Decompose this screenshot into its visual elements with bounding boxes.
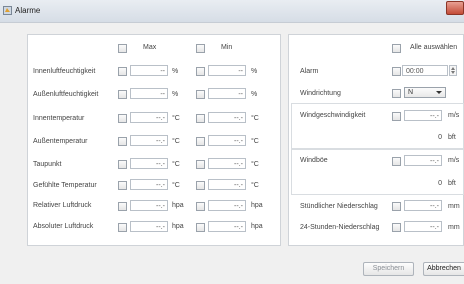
save-button[interactable]: Speichern (363, 262, 414, 276)
row-label: Innentemperatur (33, 115, 85, 122)
min-unit: hpa (251, 223, 263, 230)
wind-speed-bft-value: 0 (438, 134, 442, 141)
wind-direction-label: Windrichtung (300, 90, 341, 97)
hourly-rain-input[interactable]: --.- (404, 200, 442, 211)
alarm-time-input[interactable]: 00:00 (402, 65, 448, 76)
cancel-button[interactable]: Abbrechen (423, 262, 464, 276)
spinner-down-icon[interactable] (451, 71, 455, 74)
gust-checkbox[interactable] (392, 157, 401, 166)
min-input[interactable]: --.- (208, 200, 246, 211)
alarm-label: Alarm (300, 68, 319, 75)
gust-label: Windböe (300, 157, 328, 164)
row-label: Innenluftfeuchtigkeit (33, 68, 96, 75)
max-input[interactable]: --.- (130, 112, 168, 123)
gust-input[interactable]: --.- (404, 155, 442, 166)
min-checkbox[interactable] (196, 67, 205, 76)
max-unit: °C (172, 182, 180, 189)
daily-rain-checkbox[interactable] (392, 223, 401, 232)
daily-rain-unit: mm (448, 224, 460, 231)
min-unit: °C (251, 161, 259, 168)
wind-speed-checkbox[interactable] (392, 112, 401, 121)
max-checkbox[interactable] (118, 67, 127, 76)
min-input[interactable]: --.- (208, 135, 246, 146)
wind-direction-checkbox[interactable] (392, 89, 401, 98)
daily-rain-input[interactable]: --.- (404, 221, 442, 232)
max-checkbox[interactable] (118, 160, 127, 169)
wind-speed-bft-unit: bft (448, 134, 456, 141)
close-button[interactable] (446, 1, 464, 15)
max-header: Max (143, 44, 157, 51)
hourly-rain-checkbox[interactable] (392, 202, 401, 211)
chevron-down-icon (436, 91, 442, 94)
max-checkbox[interactable] (118, 202, 127, 211)
spinner-up-icon[interactable] (451, 67, 455, 70)
min-input[interactable]: -- (208, 65, 246, 76)
alarm-time-spinner[interactable] (449, 65, 457, 76)
max-input[interactable]: --.- (130, 200, 168, 211)
max-checkbox[interactable] (118, 181, 127, 190)
max-input[interactable]: --.- (130, 158, 168, 169)
max-unit: % (172, 91, 179, 98)
min-unit: hpa (251, 202, 263, 209)
min-checkbox[interactable] (196, 181, 205, 190)
min-input[interactable]: --.- (208, 221, 246, 232)
min-input[interactable]: --.- (208, 112, 246, 123)
row-label: Taupunkt (33, 161, 62, 168)
min-input[interactable]: -- (208, 88, 246, 99)
wind-speed-input[interactable]: --.- (404, 110, 442, 121)
min-input[interactable]: --.- (208, 158, 246, 169)
row-label: Außentemperatur (33, 138, 88, 145)
min-input[interactable]: --.- (208, 179, 246, 190)
max-unit: °C (172, 138, 180, 145)
min-checkbox[interactable] (196, 202, 205, 211)
max-unit: hpa (172, 223, 184, 230)
max-unit: °C (172, 161, 180, 168)
wind-direction-select[interactable]: N (404, 87, 446, 98)
min-header: Min (221, 44, 233, 51)
gust-bft-value: 0 (438, 180, 442, 187)
min-unit: °C (251, 115, 259, 122)
wind-speed-label: Windgeschwindigkeit (300, 112, 366, 119)
min-header-checkbox[interactable] (196, 44, 205, 53)
app-icon (3, 6, 12, 15)
gust-bft-unit: bft (448, 180, 456, 187)
max-unit: °C (172, 115, 180, 122)
min-checkbox[interactable] (196, 137, 205, 146)
max-checkbox[interactable] (118, 223, 127, 232)
select-all-checkbox[interactable] (392, 44, 401, 53)
min-checkbox[interactable] (196, 90, 205, 99)
min-checkbox[interactable] (196, 160, 205, 169)
title-bar: Alarme (0, 0, 464, 23)
max-unit: hpa (172, 202, 184, 209)
select-all-label: Alle auswählen (410, 44, 458, 51)
row-label: Absoluter Luftdruck (33, 223, 94, 230)
daily-rain-label: 24-Stunden-Niederschlag (300, 224, 380, 231)
max-input[interactable]: --.- (130, 221, 168, 232)
alarm-checkbox[interactable] (392, 67, 401, 76)
max-input[interactable]: --.- (130, 179, 168, 190)
wind-speed-unit: m/s (448, 112, 460, 119)
hourly-rain-label: Stündlicher Niederschlag (300, 203, 378, 210)
max-header-checkbox[interactable] (118, 44, 127, 53)
min-checkbox[interactable] (196, 223, 205, 232)
min-unit: % (251, 91, 258, 98)
max-checkbox[interactable] (118, 90, 127, 99)
row-label: Gefühlte Temperatur (33, 182, 97, 189)
min-checkbox[interactable] (196, 114, 205, 123)
max-input[interactable]: --.- (130, 135, 168, 146)
gust-unit: m/s (448, 157, 460, 164)
row-label: Außenluftfeuchtigkeit (33, 91, 99, 98)
max-checkbox[interactable] (118, 137, 127, 146)
max-unit: % (172, 68, 179, 75)
max-checkbox[interactable] (118, 114, 127, 123)
min-unit: °C (251, 182, 259, 189)
window-title: Alarme (15, 6, 41, 15)
max-input[interactable]: -- (130, 88, 168, 99)
row-label: Relativer Luftdruck (33, 202, 92, 209)
min-unit: % (251, 68, 258, 75)
min-unit: °C (251, 138, 259, 145)
max-input[interactable]: -- (130, 65, 168, 76)
wind-direction-value: N (408, 89, 414, 96)
hourly-rain-unit: mm (448, 203, 460, 210)
